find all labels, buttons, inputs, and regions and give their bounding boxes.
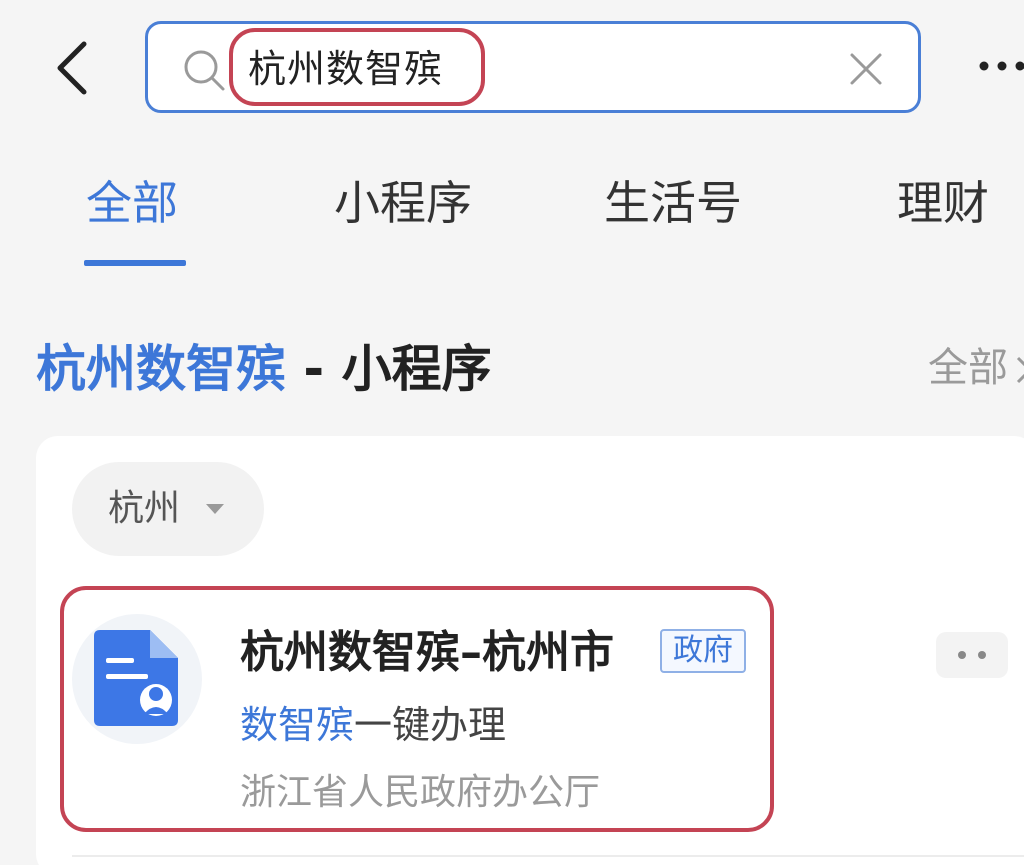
search-input[interactable]: 杭州数智殡 <box>248 42 443 96</box>
search-icon <box>184 50 225 91</box>
app-description-keyword: 数智殡 <box>240 703 355 747</box>
search-bar[interactable]: 杭州数智殡 <box>145 21 921 113</box>
caret-down-icon <box>206 504 224 514</box>
back-arrow-icon <box>57 41 87 95</box>
tab-finance[interactable]: 理财 <box>897 172 989 234</box>
more-dots-icon <box>979 61 1024 71</box>
section-title-type: - 小程序 <box>286 340 492 398</box>
government-badge: 政府 <box>660 629 746 673</box>
tab-all[interactable]: 全部 <box>86 172 178 234</box>
city-filter-dropdown[interactable]: 杭州 <box>72 462 264 556</box>
result-more-button[interactable] <box>936 632 1008 678</box>
more-options-button[interactable] <box>972 44 1024 88</box>
city-filter-label: 杭州 <box>108 488 181 529</box>
section-view-all-label: 全部 <box>928 345 1008 391</box>
active-tab-indicator <box>84 260 186 266</box>
app-name: 杭州数智殡–杭州市 <box>240 627 614 678</box>
app-icon <box>72 614 202 744</box>
section-title: 杭州数智殡 - 小程序 <box>36 334 492 404</box>
divider <box>72 855 1024 857</box>
search-results-page: 杭州数智殡 全部 小程序 生活号 理财 杭州数智殡 - 小程序 全部 杭州 杭州… <box>0 0 1024 865</box>
section-title-keyword: 杭州数智殡 <box>36 340 286 398</box>
clear-icon[interactable] <box>848 51 884 87</box>
document-person-icon <box>94 630 178 726</box>
app-description: 数智殡一键办理 <box>240 698 506 752</box>
tab-mini-programs[interactable]: 小程序 <box>334 172 472 234</box>
dot <box>958 651 966 659</box>
app-provider: 浙江省人民政府办公厅 <box>240 772 601 813</box>
app-description-rest: 一键办理 <box>354 703 507 747</box>
dot <box>978 651 986 659</box>
back-button[interactable] <box>40 30 104 106</box>
chevron-right-icon <box>1016 356 1024 384</box>
section-view-all-link[interactable]: 全部 <box>928 340 1024 396</box>
tab-life-accounts[interactable]: 生活号 <box>604 172 742 234</box>
